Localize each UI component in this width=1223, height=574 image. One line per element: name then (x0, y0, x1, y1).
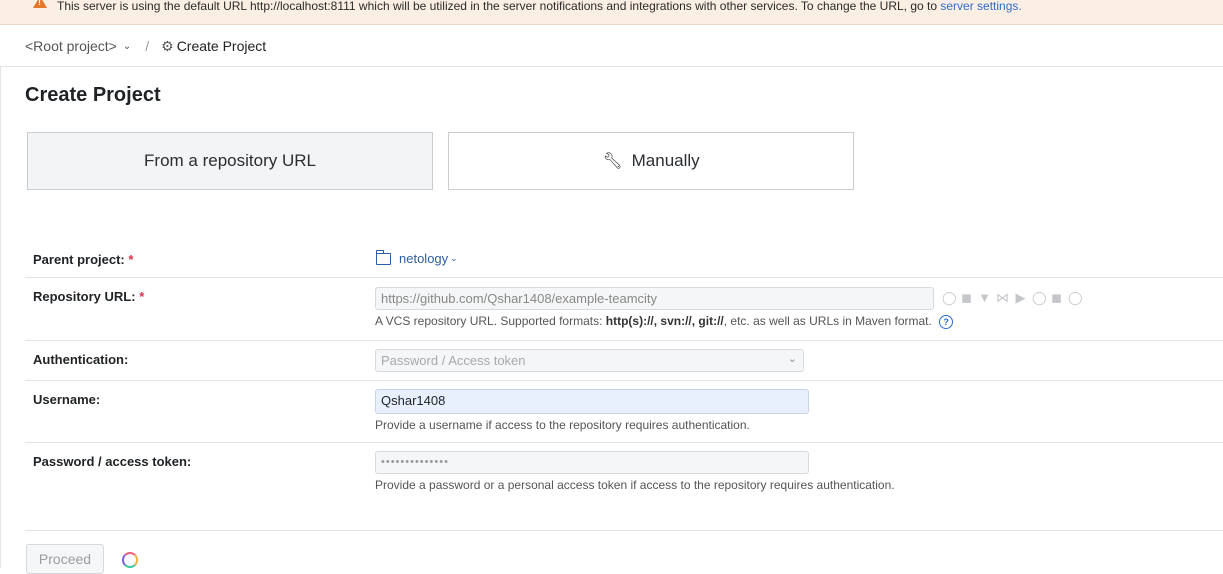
gear-icon: ⚙ (161, 37, 174, 54)
repository-url-help: A VCS repository URL. Supported formats:… (375, 314, 954, 329)
repository-url-input[interactable]: https://github.com/Qshar1408/example-tea… (375, 287, 934, 310)
row-divider (25, 277, 1223, 278)
parent-project-selector[interactable]: netology ⌄ (375, 249, 458, 266)
github-enterprise-icon[interactable]: ◯ (1068, 291, 1083, 304)
password-label: Password / access token: (33, 454, 192, 469)
github-icon[interactable]: ◯ (942, 291, 957, 304)
vcs-hosting-icons: ◯ ◼ ▼ ⋈ ▶ ◯ ◼ ◯ (942, 291, 1083, 304)
manually-button[interactable]: 🔧︎ Manually (448, 132, 854, 190)
bitbucket-server-icon[interactable]: ◼ (1050, 291, 1063, 304)
repository-url-label: Repository URL: * (33, 289, 145, 304)
username-help: Provide a username if access to the repo… (375, 418, 750, 432)
root-project-link[interactable]: <Root project> (25, 38, 117, 54)
parent-project-value: netology (399, 251, 449, 266)
form-footer-divider (25, 530, 1223, 531)
help-icon[interactable]: ? (939, 314, 954, 329)
chevron-down-icon: ⌄ (450, 253, 458, 263)
breadcrumb-separator: / (145, 38, 150, 54)
server-settings-link[interactable]: server settings. (940, 0, 1021, 13)
content-border (0, 66, 1, 568)
username-label: Username: (33, 392, 101, 407)
wrench-icon: 🔧︎ (602, 153, 623, 170)
authentication-label: Authentication: (33, 352, 129, 367)
breadcrumb-current: Create Project (176, 38, 267, 54)
gitea-icon[interactable]: ◯ (1032, 291, 1047, 304)
azure-devops-icon[interactable]: ⋈ (996, 291, 1009, 304)
page-title: Create Project (25, 84, 161, 106)
header-divider (0, 66, 1223, 67)
folder-icon (375, 249, 391, 265)
breadcrumb: <Root project> ⌄ / ⚙ Create Project (25, 36, 266, 56)
chevron-down-icon: ⌄ (787, 353, 797, 365)
password-input[interactable]: •••••••••••••• (375, 451, 809, 474)
server-url-warning-banner: ! This server is using the default URL h… (0, 0, 1223, 25)
row-divider (25, 380, 1223, 381)
authentication-select-value: Password / Access token (381, 353, 526, 368)
chevron-down-icon[interactable]: ⌄ (123, 41, 131, 52)
password-help: Provide a password or a personal access … (375, 478, 895, 492)
gitlab-icon[interactable]: ▼ (978, 291, 991, 304)
banner-text: This server is using the default URL htt… (57, 0, 1022, 13)
authentication-select[interactable]: Password / Access token ⌄ (375, 349, 804, 372)
from-repository-url-button[interactable]: From a repository URL (27, 132, 433, 190)
space-icon[interactable]: ▶ (1014, 291, 1027, 304)
manually-label: Manually (631, 151, 700, 170)
parent-project-label: Parent project: * (33, 252, 134, 267)
row-divider (25, 340, 1223, 341)
from-repository-url-label: From a repository URL (144, 151, 316, 170)
required-marker: * (139, 289, 145, 304)
required-marker: * (128, 252, 134, 267)
loading-spinner-icon (122, 552, 138, 568)
username-input[interactable]: Qshar1408 (375, 389, 809, 414)
bitbucket-icon[interactable]: ◼ (960, 291, 973, 304)
row-divider (25, 442, 1223, 443)
proceed-button[interactable]: Proceed (26, 544, 104, 574)
